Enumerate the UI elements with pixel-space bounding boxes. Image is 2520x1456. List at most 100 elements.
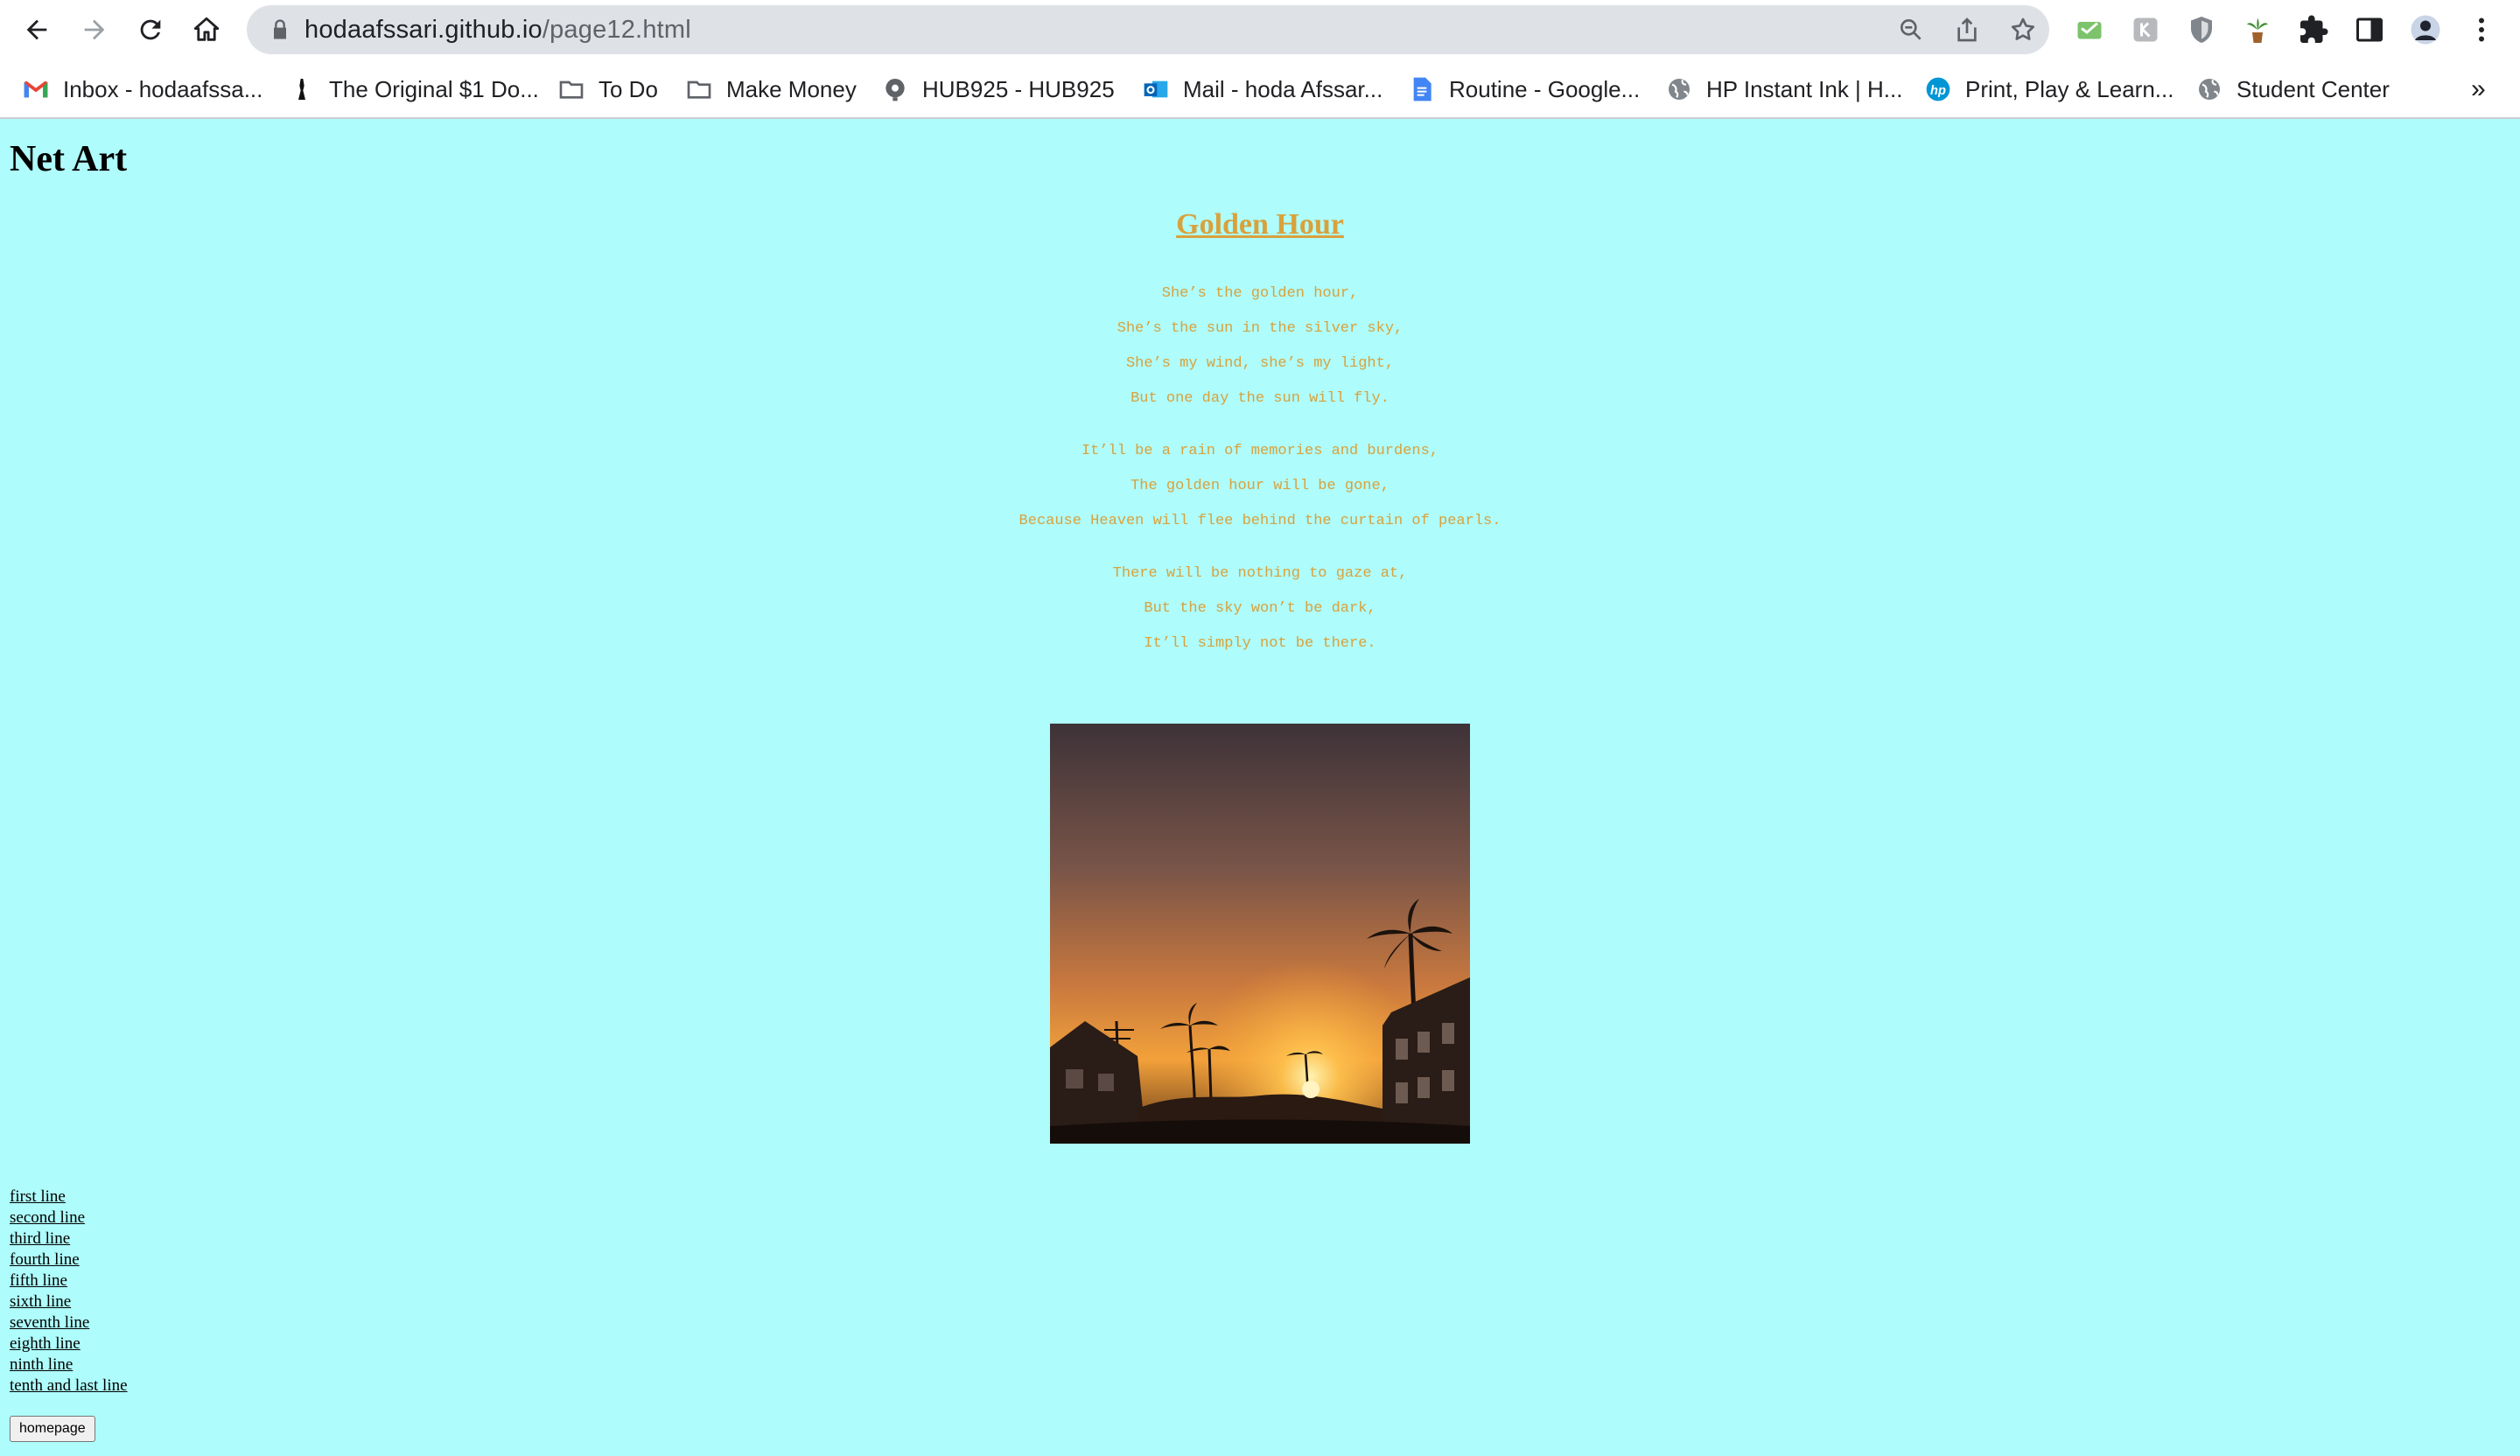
bookmark-student-center[interactable]: Student Center	[2194, 70, 2390, 108]
bookmark-label: Print, Play & Learn...	[1965, 75, 2174, 102]
link-second-line[interactable]: second line	[10, 1208, 128, 1228]
link-tenth-and-last-line[interactable]: tenth and last line	[10, 1376, 128, 1396]
bookmarks-overflow-button[interactable]: »	[2471, 70, 2486, 108]
bookmark-label: The Original $1 Do...	[329, 75, 539, 102]
poem-line: She’s my wind, she’s my light,	[1125, 355, 1395, 372]
link-fourth-line[interactable]: fourth line	[10, 1250, 128, 1270]
url-text[interactable]: hodaafssari.github.io/page12.html	[304, 16, 691, 45]
link-third-line[interactable]: third line	[10, 1228, 128, 1250]
bookmark-to-do[interactable]: To Do	[556, 70, 658, 108]
site-title: Net Art	[10, 139, 128, 179]
svg-text:hp: hp	[1930, 84, 1946, 98]
poem-title-link[interactable]: Golden Hour	[1176, 208, 1344, 241]
url-path: /page12.html	[542, 16, 691, 44]
gray-k-extension-icon	[2133, 18, 2158, 42]
bookmark-hp-instant-ink[interactable]: HP Instant Ink | H...	[1664, 70, 1902, 108]
bowling-pin-icon	[287, 74, 317, 104]
bookmark-make-money[interactable]: Make Money	[684, 70, 857, 108]
home-button[interactable]	[187, 10, 226, 49]
poem-line: But one day the sun will fly.	[1130, 390, 1390, 407]
line-links: first line second line third line fourth…	[10, 1186, 128, 1396]
gmail-icon	[21, 74, 51, 104]
link-eighth-line[interactable]: eighth line	[10, 1334, 128, 1354]
extension-inbox[interactable]	[2072, 12, 2107, 47]
green-inbox-extension-icon	[2077, 22, 2102, 39]
avatar-icon	[2411, 15, 2440, 45]
browser-menu-button[interactable]	[2464, 12, 2499, 47]
poem-line: The golden hour will be gone,	[1130, 478, 1390, 494]
poem-line: She’s the sun in the silver sky,	[1116, 320, 1404, 337]
url-host: hodaafssari.github.io	[304, 16, 542, 44]
extension-k[interactable]	[2128, 12, 2163, 47]
bookmark-label: Routine - Google...	[1449, 75, 1641, 102]
stanza-1: She’s the golden hour, She’s the sun in …	[0, 276, 2520, 416]
poem-line: It’ll be a rain of memories and burdens,	[1081, 443, 1439, 459]
reload-icon	[140, 19, 161, 40]
bookmark-routine[interactable]: Routine - Google...	[1407, 70, 1640, 108]
reload-button[interactable]	[131, 10, 170, 49]
extension-plant[interactable]	[2240, 12, 2275, 47]
poem-line: It’ll simply not be there.	[1144, 635, 1376, 652]
homepage-button[interactable]: homepage	[10, 1416, 95, 1442]
share-button[interactable]	[1951, 14, 1983, 46]
stanza-2: It’ll be a rain of memories and burdens,…	[0, 434, 2520, 539]
plant-icon	[2247, 18, 2268, 43]
sunset-palm-photo	[1050, 724, 1470, 1144]
puzzle-piece-icon	[2300, 15, 2328, 43]
link-ninth-line[interactable]: ninth line	[10, 1354, 128, 1376]
bookmarks-bar: Inbox - hodaafssa... The Original $1 Do.…	[0, 66, 2520, 112]
google-docs-icon	[1407, 74, 1437, 104]
shield-icon	[2191, 17, 2212, 43]
hp-icon: hp	[1923, 74, 1953, 104]
poem-line: There will be nothing to gaze at,	[1112, 565, 1408, 582]
bookmark-mail[interactable]: Mail - hoda Afssar...	[1141, 70, 1382, 108]
globe-icon	[2194, 74, 2224, 104]
address-bar[interactable]: hodaafssari.github.io/page12.html	[247, 5, 2049, 54]
bookmark-label: HUB925 - HUB925	[922, 75, 1115, 102]
zoom-button[interactable]	[1895, 14, 1927, 46]
share-icon	[1957, 18, 1977, 42]
poem-title: Golden Hour	[0, 208, 2520, 242]
web-page: Net Art Golden Hour She’s the golden hou…	[0, 119, 2520, 1456]
link-sixth-line[interactable]: sixth line	[10, 1292, 128, 1312]
back-arrow-icon	[26, 19, 47, 40]
poem-line: She’s the golden hour,	[1161, 285, 1359, 302]
bookmark-star-button[interactable]	[2007, 14, 2039, 46]
stanza-3: There will be nothing to gaze at, But th…	[0, 556, 2520, 662]
poem-line: Because Heaven will flee behind the curt…	[1018, 513, 1502, 529]
browser-chrome: hodaafssari.github.io/page12.html Inbox …	[0, 0, 2520, 119]
extensions-button[interactable]	[2296, 12, 2331, 47]
zoom-out-magnifier-icon	[1900, 19, 1922, 40]
side-panel-icon	[2356, 18, 2383, 42]
link-fifth-line[interactable]: fifth line	[10, 1270, 128, 1292]
side-panel-button[interactable]	[2352, 12, 2387, 47]
bookmark-label: Mail - hoda Afssar...	[1183, 75, 1383, 102]
profile-avatar[interactable]	[2408, 12, 2443, 47]
hub-globe-icon	[880, 74, 910, 104]
bookmark-label: To Do	[598, 75, 658, 102]
lock-icon[interactable]	[268, 18, 292, 42]
home-icon	[193, 17, 220, 41]
folder-icon	[684, 74, 714, 104]
bookmark-original-dollar[interactable]: The Original $1 Do...	[287, 70, 539, 108]
bookmark-hub925[interactable]: HUB925 - HUB925	[880, 70, 1115, 108]
forward-button[interactable]	[75, 10, 114, 49]
bookmark-print-play-learn[interactable]: hp Print, Play & Learn...	[1923, 70, 2174, 108]
extension-shield[interactable]	[2184, 12, 2219, 47]
vertical-dots-icon	[2479, 18, 2484, 42]
overflow-chevron-icon: »	[2471, 74, 2486, 103]
poem-line: But the sky won’t be dark,	[1144, 600, 1376, 617]
back-button[interactable]	[18, 10, 56, 49]
bookmark-label: Student Center	[2236, 75, 2390, 102]
folder-icon	[556, 74, 586, 104]
forward-arrow-icon	[84, 19, 105, 40]
star-icon	[2011, 18, 2035, 40]
link-first-line[interactable]: first line	[10, 1186, 128, 1208]
outlook-icon	[1141, 74, 1171, 104]
bookmark-label: Make Money	[726, 75, 857, 102]
bookmark-inbox[interactable]: Inbox - hodaafssa...	[21, 70, 262, 108]
globe-icon	[1664, 74, 1694, 104]
bookmark-label: HP Instant Ink | H...	[1706, 75, 1903, 102]
bookmark-label: Inbox - hodaafssa...	[63, 75, 263, 102]
link-seventh-line[interactable]: seventh line	[10, 1312, 128, 1334]
